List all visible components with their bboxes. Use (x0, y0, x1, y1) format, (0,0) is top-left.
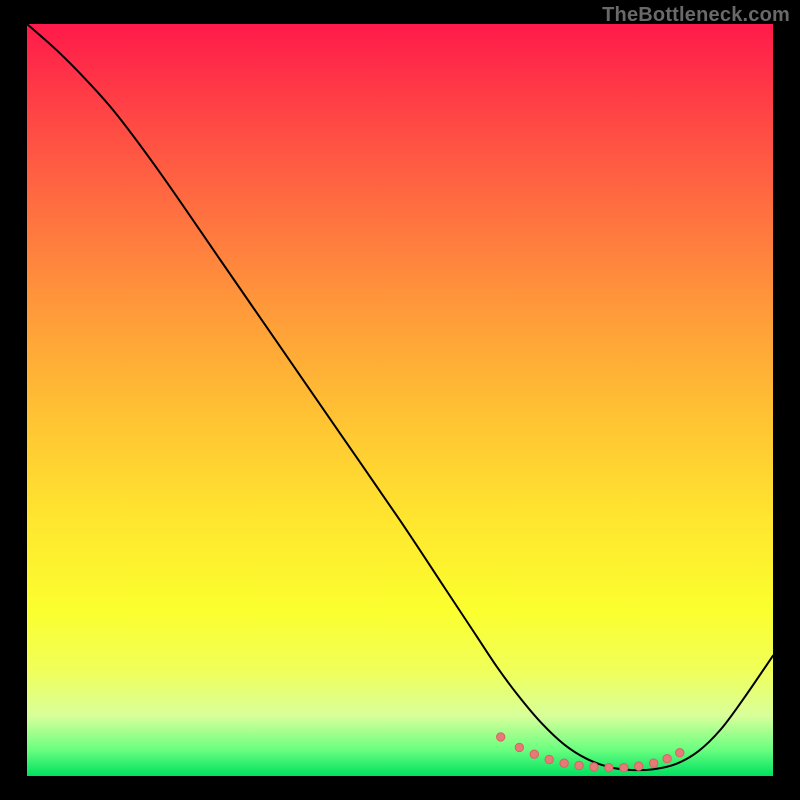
highlight-dot (497, 733, 505, 741)
chart-area (27, 24, 773, 776)
highlight-dot (530, 750, 538, 758)
watermark-text: TheBottleneck.com (602, 4, 790, 27)
highlight-dot (575, 761, 583, 769)
highlight-dot (635, 762, 643, 770)
highlight-dot (663, 755, 671, 763)
bottleneck-curve (27, 24, 773, 770)
highlight-dot (676, 748, 684, 756)
highlight-dots-group (497, 733, 684, 772)
highlight-dot (649, 759, 657, 767)
highlight-dot (515, 743, 523, 751)
highlight-dot (605, 764, 613, 772)
highlight-dot (590, 763, 598, 771)
plot-svg (27, 24, 773, 776)
highlight-dot (545, 755, 553, 763)
highlight-dot (560, 759, 568, 767)
highlight-dot (620, 764, 628, 772)
